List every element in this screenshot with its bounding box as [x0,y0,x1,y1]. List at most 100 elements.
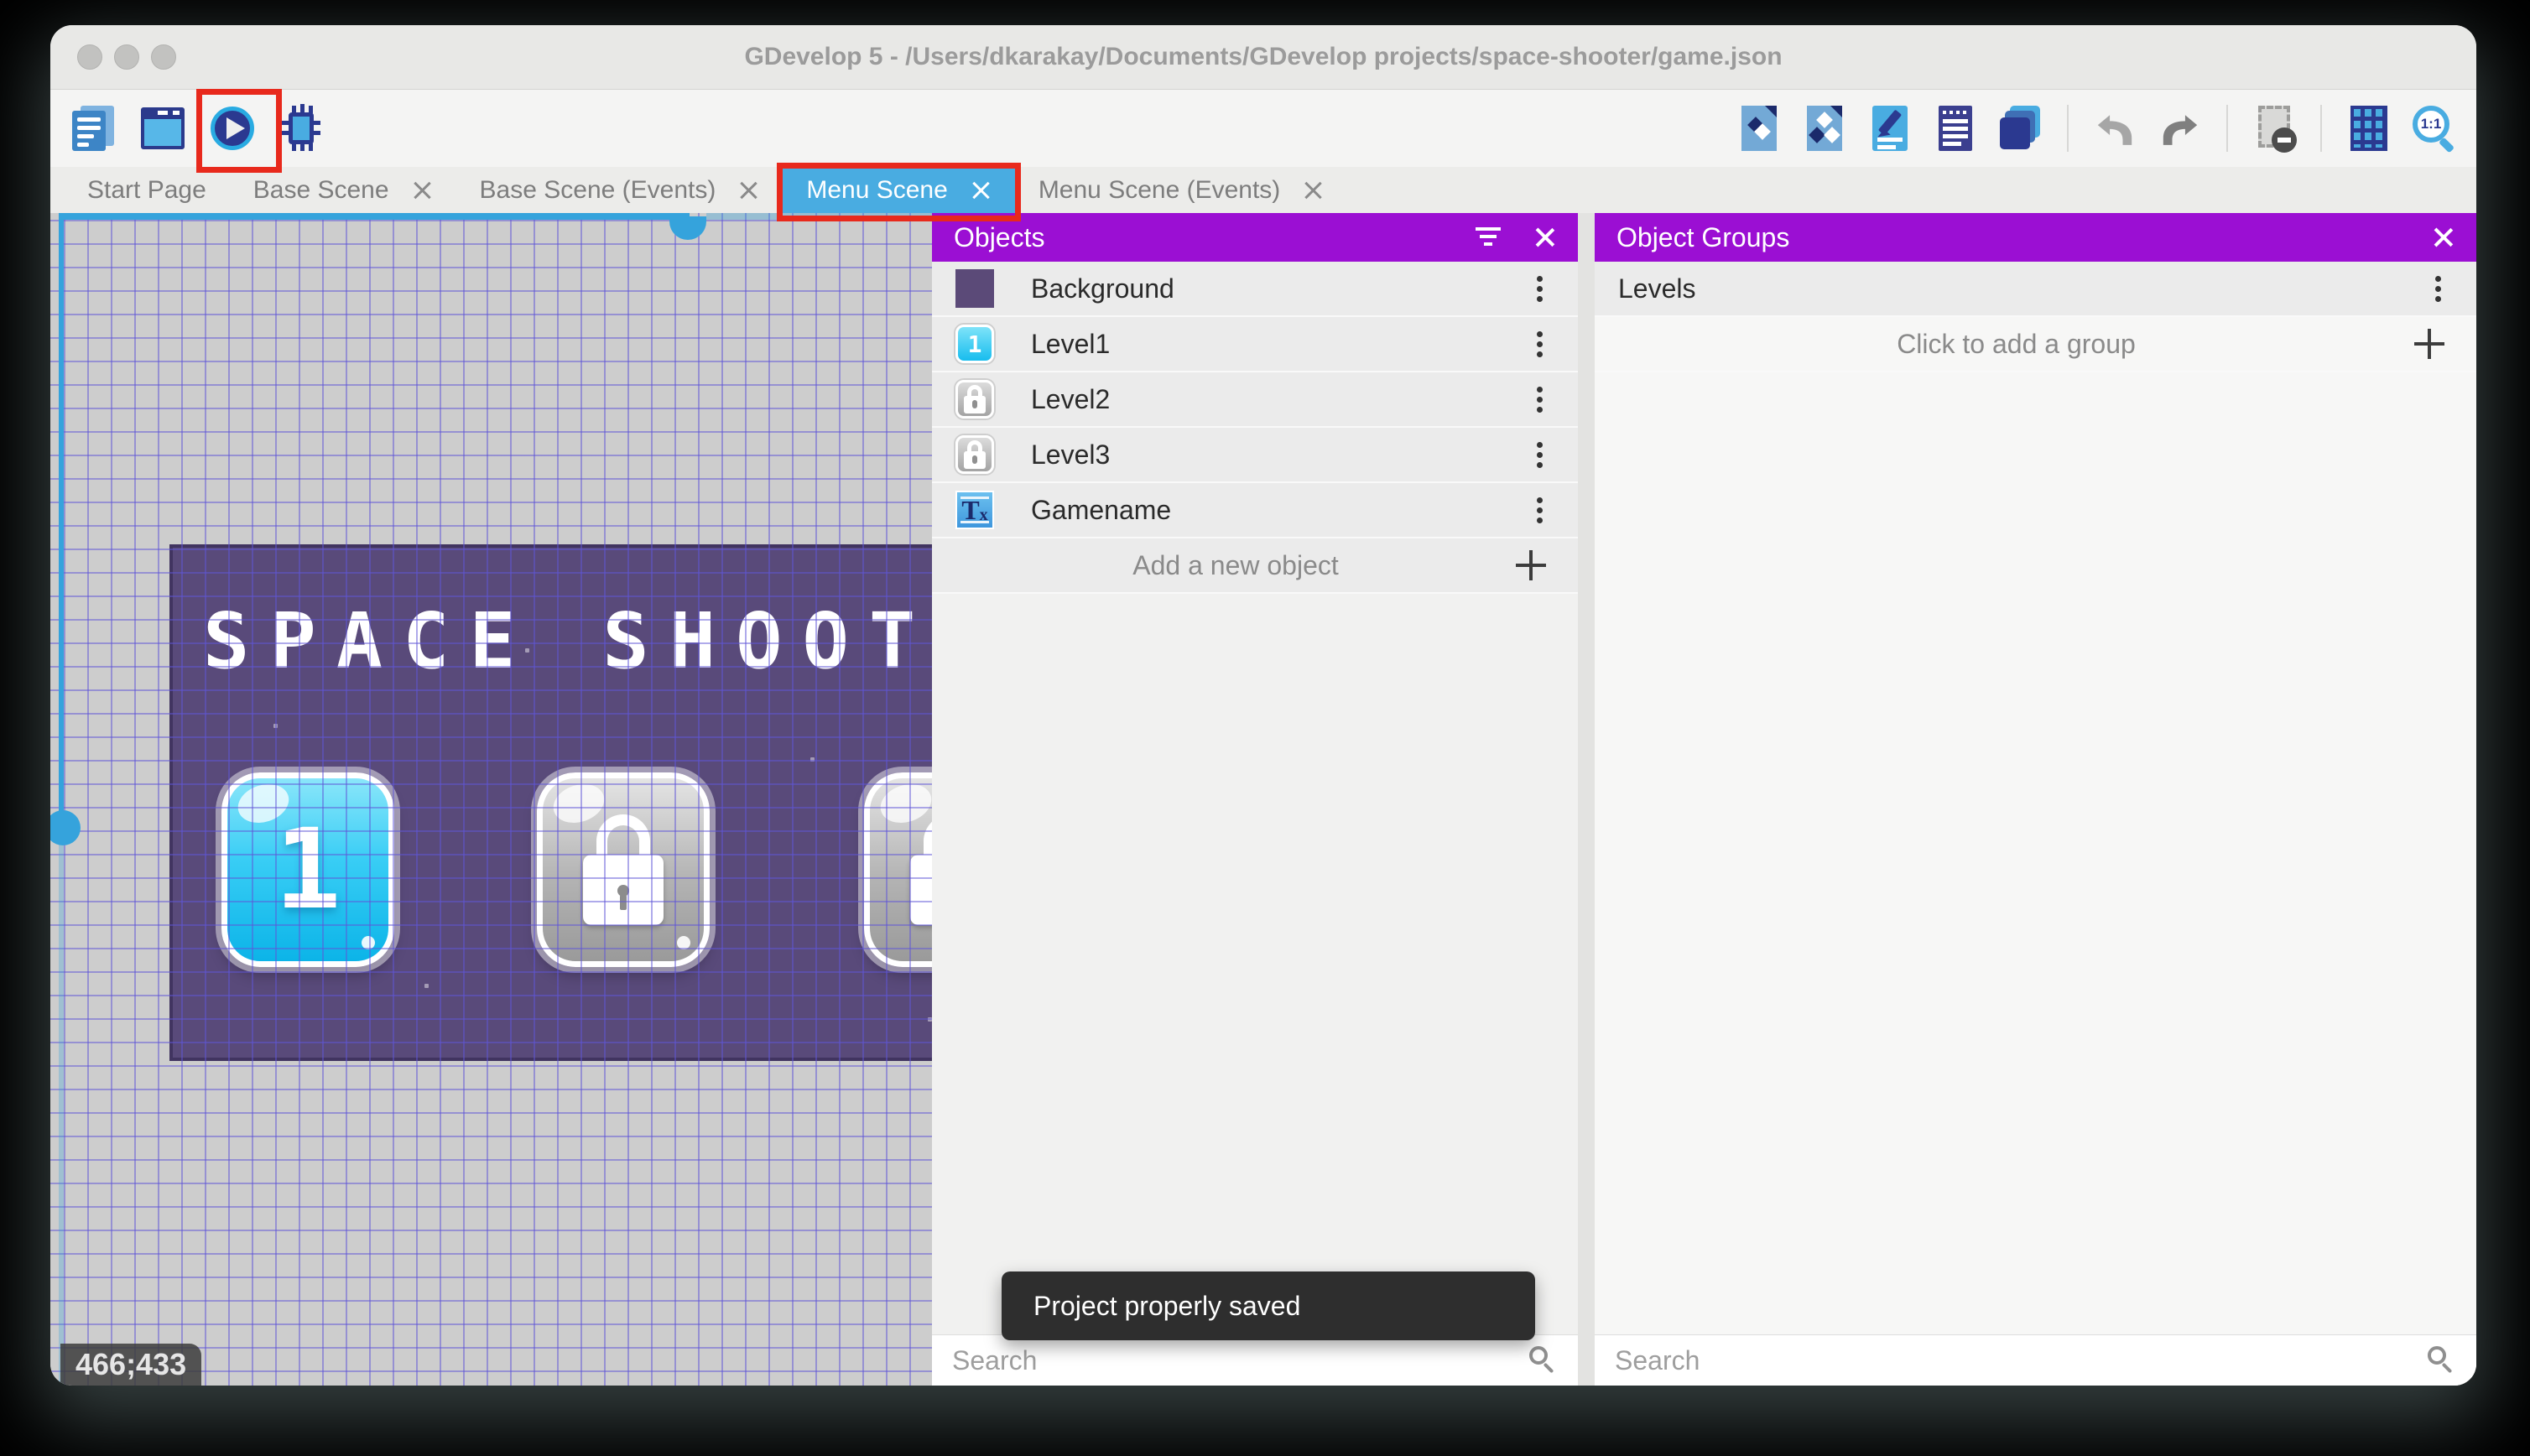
level3-thumbnail [955,435,994,474]
scene-window-border-top [59,213,690,220]
background-thumbnail [955,269,994,308]
toolbar-separator [2226,105,2228,152]
object-row-level1[interactable]: 1 Level1 [932,317,1578,372]
close-tab-icon[interactable] [737,179,759,201]
scene-window-border-left [59,213,64,827]
titlebar: GDevelop 5 - /Users/dkarakay/Documents/G… [50,25,2476,90]
undo-icon[interactable] [2090,104,2139,153]
toast-message: Project properly saved [1033,1290,1301,1321]
object-row-level3[interactable]: Level3 [932,428,1578,483]
lock-icon [910,814,932,925]
objects-panel: Objects Background 1 Level1 Level2 Level… [932,213,1578,1386]
tab-label: Menu Scene [806,175,948,204]
tab-bar: Start Page Base Scene Base Scene (Events… [50,163,2476,221]
scene-window-border-left-faded [59,827,64,1386]
group-label: Levels [1618,273,1696,304]
objects-search-bar [932,1334,1578,1386]
toolbar-right-group: 1:1 [1735,90,2458,167]
window-mask-icon[interactable] [2250,104,2298,153]
objects-panel-title: Objects [954,221,1045,252]
level1-thumbnail: 1 [955,325,994,363]
object-label: Level1 [1031,328,1111,359]
tab-base-scene[interactable]: Base Scene [230,167,456,213]
scene-editor-icon[interactable] [139,104,188,153]
window-title: GDevelop 5 - /Users/dkarakay/Documents/G… [744,43,1783,70]
tab-label: Base Scene (Events) [479,175,716,204]
search-icon [2426,1344,2458,1376]
tab-label: Menu Scene (Events) [1038,175,1281,204]
lock-icon [583,814,664,925]
close-panel-icon[interactable] [1533,226,1556,249]
objects-panel-empty-area [932,594,1578,1334]
object-menu-icon[interactable] [1537,341,1543,347]
close-tab-icon[interactable] [970,179,992,201]
toolbar-separator [2320,105,2322,152]
object-row-background[interactable]: Background [932,262,1578,317]
layers-editor-icon[interactable] [1996,104,2045,153]
zoom-original-icon[interactable]: 1:1 [2409,104,2458,153]
add-group-row[interactable]: Click to add a group [1595,317,2476,372]
group-row-levels[interactable]: Levels [1595,262,2476,317]
object-groups-panel-header: Object Groups [1595,213,2476,262]
level2-thumbnail [955,380,994,419]
tab-label: Base Scene [252,175,389,204]
object-row-level2[interactable]: Level2 [932,372,1578,428]
close-panel-icon[interactable] [2431,226,2455,249]
save-toast: Project properly saved [1002,1271,1535,1340]
scene-resize-handle-top[interactable] [669,216,706,240]
level1-digit: 1 [274,805,341,934]
objects-search-input[interactable] [950,1344,1514,1377]
object-label: Gamename [1031,494,1172,525]
object-groups-panel-title: Object Groups [1616,221,1790,252]
objects-panel-header: Objects [932,213,1578,262]
object-groups-panel: Object Groups Levels Click to add a grou… [1595,213,2476,1386]
object-groups-search-input[interactable] [1613,1344,2413,1377]
add-object-label: Add a new object [1132,549,1339,580]
toggle-grid-icon[interactable] [2344,104,2392,153]
add-object-row[interactable]: Add a new object [932,538,1578,594]
object-label: Background [1031,273,1174,304]
close-tab-icon[interactable] [411,179,433,201]
object-row-gamename[interactable]: Tx Gamename [932,483,1578,538]
object-label: Level2 [1031,383,1111,414]
tab-menu-scene[interactable]: Menu Scene [777,163,1021,221]
level3-button-instance[interactable] [864,772,932,967]
scene-canvas[interactable]: SPACE SHOOTER 1 [50,213,932,1386]
tab-base-scene-events[interactable]: Base Scene (Events) [456,167,783,213]
main-area: SPACE SHOOTER 1 [50,213,2476,1386]
object-groups-editor-icon[interactable] [1800,104,1849,153]
instances-list-icon[interactable] [1931,104,1980,153]
tab-menu-scene-events[interactable]: Menu Scene (Events) [1015,167,1347,213]
object-label: Level3 [1031,439,1111,470]
game-title-text-object[interactable]: SPACE SHOOTER [173,596,932,686]
object-menu-icon[interactable] [1537,451,1543,458]
scene-resize-handle-left[interactable] [50,810,81,845]
group-menu-icon[interactable] [2435,285,2441,292]
toolbar: 1:1 [50,89,2476,173]
level1-button-instance[interactable]: 1 [221,772,394,967]
project-manager-icon[interactable] [70,104,119,153]
search-icon [1528,1344,1559,1376]
close-tab-icon[interactable] [1302,179,1324,201]
object-groups-search-bar [1595,1334,2476,1386]
tab-start-page[interactable]: Start Page [64,167,230,213]
background-object-instance[interactable]: SPACE SHOOTER 1 [169,544,932,1061]
plus-icon[interactable] [2414,329,2444,359]
play-preview-icon[interactable] [196,89,282,173]
cursor-coordinates-badge: 466;433 [60,1344,202,1386]
add-group-label: Click to add a group [1897,328,2136,359]
toolbar-left-group [50,89,325,173]
scene-window-border-top-faded [706,213,932,220]
plus-icon[interactable] [1516,550,1546,580]
object-menu-icon[interactable] [1537,396,1543,403]
object-menu-icon[interactable] [1537,507,1543,513]
app-window: GDevelop 5 - /Users/dkarakay/Documents/G… [50,25,2476,1386]
objects-editor-icon[interactable] [1735,104,1783,153]
toolbar-separator [2067,105,2069,152]
debug-icon[interactable] [277,104,325,153]
properties-icon[interactable] [1866,104,1914,153]
object-menu-icon[interactable] [1537,285,1543,292]
filter-icon[interactable] [1476,227,1501,247]
level2-button-instance[interactable] [537,772,710,967]
redo-icon[interactable] [2156,104,2205,153]
